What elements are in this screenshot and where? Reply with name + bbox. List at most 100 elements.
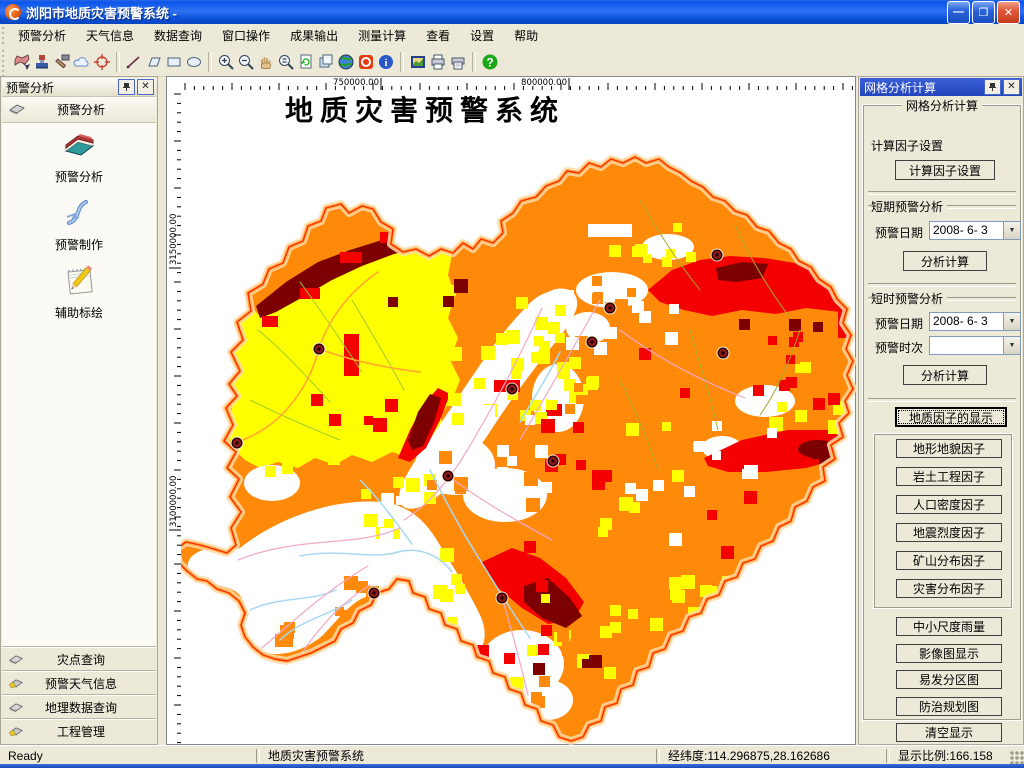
- refresh-icon[interactable]: [296, 52, 316, 72]
- ellipse-tool-icon[interactable]: [184, 52, 204, 72]
- menu-item-4[interactable]: 成果输出: [280, 24, 348, 47]
- menu-item-2[interactable]: 数据查询: [144, 24, 212, 47]
- short-term-date-value: 2008- 6- 3: [933, 223, 988, 237]
- toolbar-grip[interactable]: [0, 47, 8, 76]
- display-button-4[interactable]: 清空显示: [896, 723, 1002, 742]
- menu-item-0[interactable]: 预警分析: [8, 24, 76, 47]
- factor-button-4[interactable]: 矿山分布因子: [896, 551, 1002, 570]
- sidebar-item-label: 辅助标绘: [54, 306, 103, 320]
- sidebar-item-0[interactable]: 预警分析: [2, 127, 156, 185]
- town-marker-7[interactable]: [546, 454, 560, 468]
- sidebar-section-0[interactable]: 灾点查询: [2, 647, 156, 671]
- nowcast-date-combobox[interactable]: 2008- 6- 3 ▼: [929, 312, 1021, 331]
- hand-icon: [8, 724, 24, 740]
- pan-icon[interactable]: [256, 52, 276, 72]
- zoom-in-icon[interactable]: [216, 52, 236, 72]
- pin-icon[interactable]: [984, 79, 1001, 95]
- factor-button-3[interactable]: 地震烈度因子: [896, 523, 1002, 542]
- town-marker-6[interactable]: [505, 382, 519, 396]
- separator: [868, 191, 1016, 195]
- help-icon[interactable]: ?: [480, 52, 500, 72]
- menu-item-6[interactable]: 查看: [416, 24, 460, 47]
- display-button-0[interactable]: 中小尺度雨量: [896, 617, 1002, 636]
- info-icon[interactable]: i: [376, 52, 396, 72]
- menu-item-1[interactable]: 天气信息: [76, 24, 144, 47]
- menu-item-3[interactable]: 窗口操作: [212, 24, 280, 47]
- town-marker-0[interactable]: [312, 342, 326, 356]
- zoom-extent-icon[interactable]: [276, 52, 296, 72]
- town-marker-4[interactable]: [585, 335, 599, 349]
- hammer-icon[interactable]: [52, 52, 72, 72]
- sidebar-item-2[interactable]: 辅助标绘: [2, 263, 156, 321]
- close-icon[interactable]: ✕: [1003, 79, 1020, 95]
- layers-icon[interactable]: [316, 52, 336, 72]
- rectangle-tool-icon[interactable]: [164, 52, 184, 72]
- short-term-date-combobox[interactable]: 2008- 6- 3 ▼: [929, 221, 1021, 240]
- map-viewport[interactable]: 750000.00 800000.00 3150000.00 3100000.00: [166, 76, 856, 745]
- status-ready: Ready: [8, 748, 43, 763]
- print-icon[interactable]: [428, 52, 448, 72]
- town-marker-5[interactable]: [603, 301, 617, 315]
- menu-item-8[interactable]: 帮助: [504, 24, 548, 47]
- menu-item-7[interactable]: 设置: [460, 24, 504, 47]
- left-panel-header: 预警分析: [2, 97, 156, 123]
- restore-button[interactable]: ❐: [972, 0, 995, 24]
- menu-grip[interactable]: [0, 24, 8, 47]
- stop-icon[interactable]: [356, 52, 376, 72]
- close-icon[interactable]: ✕: [137, 79, 154, 95]
- globe-icon[interactable]: [336, 52, 356, 72]
- chevron-down-icon[interactable]: ▼: [1003, 222, 1020, 239]
- chevron-down-icon[interactable]: ▼: [1003, 337, 1020, 354]
- left-panel-title: 预警分析: [6, 80, 55, 95]
- locate-icon[interactable]: [92, 52, 112, 72]
- legend-icon[interactable]: [408, 52, 428, 72]
- grid-analysis-groupbox: 网格分析计算 计算因子设置 计算因子设置 短期预警分析 预警日期 2008- 6…: [862, 97, 1022, 742]
- nowcast-analyze-button[interactable]: 分析计算: [903, 365, 987, 385]
- minimize-button[interactable]: —: [947, 0, 970, 24]
- sidebar-section-2[interactable]: 地理数据查询: [2, 695, 156, 719]
- menu-item-5[interactable]: 测量计算: [348, 24, 416, 47]
- display-button-1[interactable]: 影像图显示: [896, 643, 1002, 663]
- display-button-2[interactable]: 易发分区图: [896, 670, 1002, 689]
- resize-grip[interactable]: [1010, 751, 1024, 765]
- polygon-tool-icon[interactable]: [144, 52, 164, 72]
- town-marker-1[interactable]: [230, 436, 244, 450]
- toolbar-separator: [400, 51, 404, 72]
- window-bottom-edge: [0, 764, 1024, 768]
- line-tool-icon[interactable]: [124, 52, 144, 72]
- pen-lightning-icon: [61, 195, 97, 232]
- chevron-down-icon[interactable]: ▼: [1003, 313, 1020, 330]
- short-term-label: 短期预警分析: [871, 198, 948, 215]
- svg-text:i: i: [385, 58, 388, 69]
- vertical-ruler: 3150000.00 3100000.00: [167, 90, 182, 744]
- cloud-icon[interactable]: [72, 52, 92, 72]
- factor-button-0[interactable]: 地形地貌因子: [896, 439, 1002, 458]
- town-marker-10[interactable]: [367, 586, 381, 600]
- sidebar-section-1[interactable]: 预警天气信息: [2, 671, 156, 695]
- map-canvas[interactable]: 地质灾害预警系统: [181, 90, 856, 745]
- select-region-icon[interactable]: [12, 52, 32, 72]
- sidebar-item-1[interactable]: 预警制作: [2, 195, 156, 253]
- pin-icon[interactable]: [118, 79, 135, 95]
- factor-button-2[interactable]: 人口密度因子: [896, 495, 1002, 514]
- factor-button-1[interactable]: 岩土工程因子: [896, 467, 1002, 486]
- town-marker-2[interactable]: [710, 248, 724, 262]
- menu-bar: 预警分析 天气信息 数据查询 窗口操作 成果输出 测量计算 查看 设置 帮助: [0, 24, 1024, 48]
- zoom-out-icon[interactable]: [236, 52, 256, 72]
- short-term-analyze-button[interactable]: 分析计算: [903, 251, 987, 271]
- sidebar-section-3[interactable]: 工程管理: [2, 719, 156, 743]
- geology-factor-display-button[interactable]: 地质因子的显示: [895, 407, 1007, 427]
- print-preview-icon[interactable]: [448, 52, 468, 72]
- town-marker-8[interactable]: [441, 469, 455, 483]
- close-button[interactable]: ✕: [997, 0, 1020, 24]
- town-marker-3[interactable]: [716, 346, 730, 360]
- nowcast-time-combobox[interactable]: ▼: [929, 336, 1021, 355]
- hazard-map[interactable]: 地质灾害预警系统: [181, 90, 856, 745]
- display-button-3[interactable]: 防治规划图: [896, 696, 1002, 716]
- stamp-icon[interactable]: [32, 52, 52, 72]
- factor-settings-button[interactable]: 计算因子设置: [895, 160, 995, 180]
- separator: [868, 283, 1016, 287]
- factor-button-5[interactable]: 灾害分布因子: [896, 579, 1002, 598]
- window-title: 浏阳市地质灾害预警系统 -: [26, 5, 177, 21]
- town-marker-9[interactable]: [495, 591, 509, 605]
